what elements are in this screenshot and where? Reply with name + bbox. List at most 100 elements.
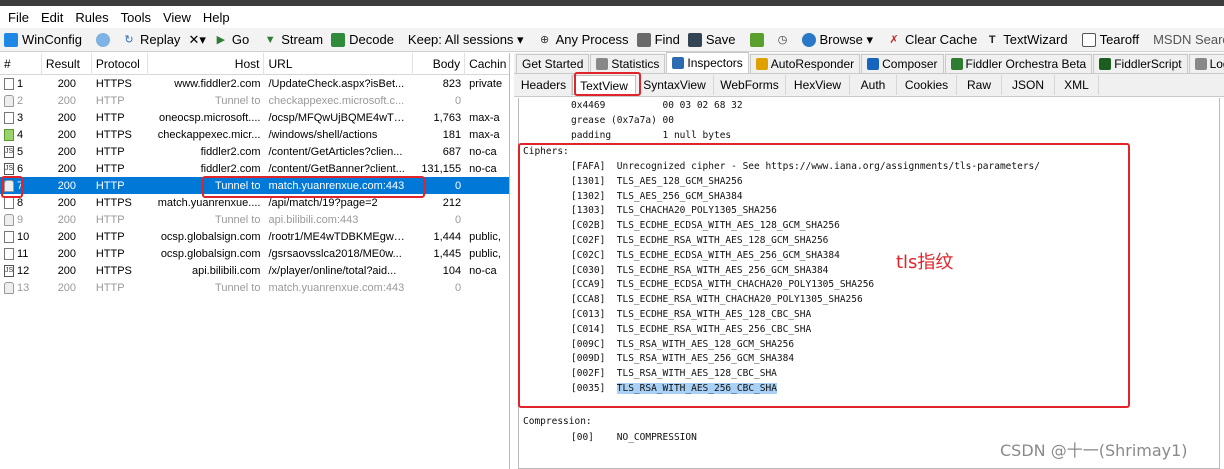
cell-host: fiddler2.com: [200, 145, 261, 158]
decode-button[interactable]: Decode: [327, 29, 398, 51]
column-caching[interactable]: Cachin: [465, 53, 509, 75]
tab-autoresponder[interactable]: AutoResponder: [749, 54, 861, 73]
cell-host: oneocsp.microsoft....: [158, 111, 261, 124]
cell-protocol: HTTP: [95, 230, 125, 243]
column-body[interactable]: Body: [413, 53, 466, 75]
table-row[interactable]: 10 200 HTTP ocsp.globalsign.com/rootr1/ME4w…: [0, 228, 509, 245]
cell-url: /ocsp/MFQwUjBQME4wTD...: [268, 111, 411, 124]
table-row[interactable]: 3 200 HTTP oneocsp.microsoft.... /ocsp/MFQwU…: [0, 109, 509, 126]
textwizard-button[interactable]: T TextWizard: [981, 29, 1071, 51]
cell-host: ocsp.globalsign.com: [160, 230, 261, 243]
subtab-hexview[interactable]: HexView: [786, 75, 850, 95]
script-icon: JS: [4, 145, 14, 158]
table-row[interactable]: JS 6 200 HTTP fiddler2.com/content/GetBanner…: [0, 160, 509, 177]
table-row[interactable]: JS 5 200 HTTP fiddler2.com/content/GetArticl…: [0, 143, 509, 160]
cell-num: 3: [0, 111, 42, 124]
save-icon: [687, 32, 702, 47]
table-row[interactable]: 4 200 HTTPS checkappexec.micr... /windows/sh…: [0, 126, 509, 143]
cell-host: checkappexec.micr...: [157, 128, 261, 141]
cell-caching: max-a: [469, 111, 500, 124]
cell-body: 823: [442, 77, 462, 90]
cell-result: 200: [57, 281, 77, 294]
subtab-syntaxview[interactable]: SyntaxView: [636, 75, 714, 95]
tab-log[interactable]: Log: [1188, 54, 1224, 73]
cell-url: /content/GetArticles?clien...: [268, 145, 403, 158]
cell-body: 1,444: [433, 230, 462, 243]
cell-body: 181: [442, 128, 462, 141]
cell-body: 1,763: [433, 111, 462, 124]
tab-fiddler-orchestra-beta[interactable]: Fiddler Orchestra Beta: [944, 54, 1093, 73]
menu-rules[interactable]: Rules: [69, 10, 114, 25]
subtab-headers[interactable]: Headers: [516, 75, 572, 95]
stream-button[interactable]: ▼ Stream: [259, 29, 327, 51]
comment-button[interactable]: [92, 29, 118, 51]
subtab-raw[interactable]: Raw: [957, 75, 1002, 95]
column-number[interactable]: #: [0, 53, 42, 75]
find-button[interactable]: Find: [633, 29, 684, 51]
tab-composer[interactable]: Composer: [861, 54, 944, 73]
column-result[interactable]: Result: [42, 53, 92, 75]
table-row[interactable]: 9 200 HTTP Tunnel to api.bilibili.com:443 0: [0, 211, 509, 228]
cell-url: api.bilibili.com:443: [268, 213, 359, 226]
cell-result: 200: [57, 179, 77, 192]
cell-caching: no-ca: [469, 162, 497, 175]
msdn-search-input[interactable]: MSDN Search: [1149, 29, 1224, 51]
subtab-xml[interactable]: XML: [1055, 75, 1099, 95]
keep-sessions-dropdown[interactable]: Keep: All sessions ▾: [404, 29, 528, 51]
subtab-json[interactable]: JSON: [1002, 75, 1055, 95]
cell-protocol: HTTP: [95, 94, 125, 107]
column-host[interactable]: Host: [148, 53, 265, 75]
cell-result: 200: [57, 162, 77, 175]
compression-label: Compression:: [523, 416, 592, 427]
tab-fiddlerscript[interactable]: FiddlerScript: [1093, 54, 1188, 73]
tab-get-started[interactable]: Get Started: [516, 54, 590, 73]
menu-file[interactable]: File: [2, 10, 35, 25]
table-row[interactable]: 1 200 HTTPS www.fiddler2.com/UpdateCheck.as…: [0, 75, 509, 92]
subtab-webforms[interactable]: WebForms: [714, 75, 786, 95]
tab-icon: [1099, 58, 1112, 70]
table-row[interactable]: 13 200 HTTP Tunnel to match.yuanrenxue.com:4…: [0, 279, 509, 296]
browse-button[interactable]: Browse ▾: [798, 29, 878, 51]
subtab-cookies[interactable]: Cookies: [897, 75, 957, 95]
menu-tools[interactable]: Tools: [115, 10, 157, 25]
timer-icon: ◷: [777, 33, 788, 46]
winconfig-button[interactable]: WinConfig: [0, 29, 86, 51]
any-process-button[interactable]: ⊕ Any Process: [534, 29, 633, 51]
highlight-box-row-icon: [1, 176, 23, 198]
script-icon: JS: [4, 162, 14, 175]
replay-button[interactable]: ↻ Replay: [118, 29, 184, 51]
tab-inspectors[interactable]: Inspectors: [666, 52, 749, 73]
tab-icon: [596, 58, 609, 70]
clear-cache-button[interactable]: ✗ Clear Cache: [883, 29, 981, 51]
cell-result: 200: [57, 264, 77, 277]
save-button[interactable]: Save: [684, 29, 740, 51]
column-url[interactable]: URL: [264, 53, 414, 75]
cell-num: 11: [0, 247, 42, 260]
cell-url: match.yuanrenxue.com:443: [268, 281, 405, 294]
chevron-down-icon: ▾: [513, 31, 524, 47]
cell-protocol: HTTPS: [95, 264, 132, 277]
table-row[interactable]: 11 200 HTTP ocsp.globalsign.com/gsrsaovsslc…: [0, 245, 509, 262]
table-row[interactable]: JS 12 200 HTTPS api.bilibili.com/x/player/on…: [0, 262, 509, 279]
column-protocol[interactable]: Protocol: [92, 53, 148, 75]
cell-url: /x/player/online/total?aid...: [268, 264, 397, 277]
tearoff-button[interactable]: Tearoff: [1078, 29, 1144, 51]
cell-num: 9: [0, 213, 42, 226]
camera-icon: [749, 32, 764, 47]
remove-button[interactable]: ✕▾: [184, 29, 209, 51]
subtab-auth[interactable]: Auth: [850, 75, 897, 95]
lock-icon: [4, 213, 14, 226]
tab-statistics[interactable]: Statistics: [590, 54, 666, 73]
timer-button[interactable]: ◷: [772, 29, 798, 51]
menu-view[interactable]: View: [157, 10, 197, 25]
document-icon: [4, 196, 14, 209]
cell-caching: no-ca: [469, 264, 497, 277]
menu-edit[interactable]: Edit: [35, 10, 69, 25]
cell-protocol: HTTP: [95, 111, 125, 124]
close-icon: ✕▾: [188, 31, 206, 47]
menu-help[interactable]: Help: [197, 10, 236, 25]
cell-body: 1,445: [433, 247, 462, 260]
table-row[interactable]: 2 200 HTTP Tunnel to checkappexec.microsoft.…: [0, 92, 509, 109]
screenshot-button[interactable]: [746, 29, 772, 51]
go-button[interactable]: ▶ Go: [210, 29, 253, 51]
